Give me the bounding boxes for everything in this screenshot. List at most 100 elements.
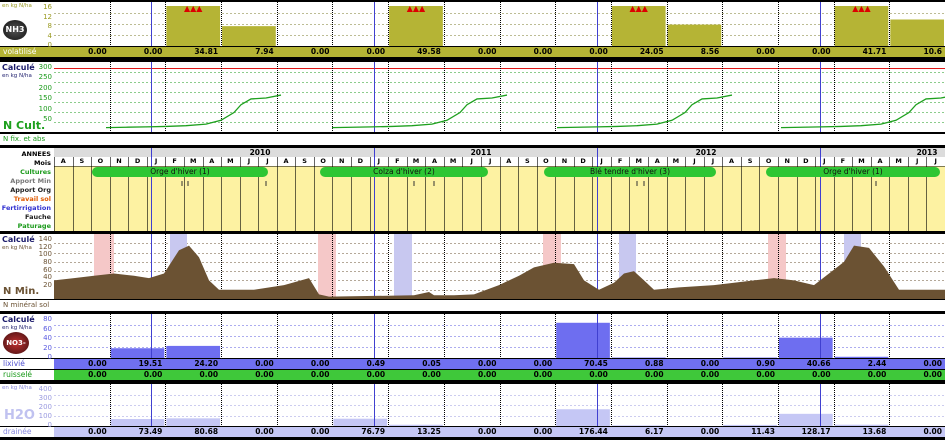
month-label: J bbox=[823, 157, 826, 165]
year-label: 2012 bbox=[695, 148, 717, 157]
value-cell: 0.00 bbox=[533, 370, 553, 379]
month-label: J bbox=[693, 157, 696, 165]
value-cell: 40.66 bbox=[806, 359, 831, 368]
month-label: S bbox=[302, 157, 307, 165]
axis-tick: 200 bbox=[38, 403, 52, 411]
crop-bar[interactable]: Orge d'hiver (1) bbox=[92, 167, 268, 177]
no3-chart bbox=[54, 314, 945, 358]
axis-tick: 200 bbox=[38, 83, 52, 92]
h2o-bar bbox=[110, 419, 165, 426]
period-band bbox=[394, 234, 412, 299]
value-cell: 7.94 bbox=[255, 47, 274, 56]
value-cell: 0.00 bbox=[589, 370, 608, 379]
axis-tick: 150 bbox=[38, 94, 52, 103]
ncult-unit: en kg N/ha bbox=[2, 73, 32, 79]
nmin-unit: en kg N/ha bbox=[2, 245, 32, 251]
value-cell: 0.00 bbox=[700, 427, 720, 436]
month-label: M bbox=[227, 157, 234, 165]
axis-tick: 300 bbox=[38, 63, 52, 71]
axis-tick: 80 bbox=[43, 315, 52, 323]
no3-bar bbox=[778, 337, 833, 358]
value-cell: 0.00 bbox=[700, 370, 720, 379]
value-cell: 0.00 bbox=[310, 47, 330, 56]
value-cell: 0.00 bbox=[700, 359, 720, 368]
value-cell: 0.00 bbox=[88, 370, 107, 379]
value-cell: 0.00 bbox=[756, 370, 775, 379]
month-label: J bbox=[154, 157, 158, 165]
no3-ruissele-label: ruisselé bbox=[0, 370, 54, 380]
value-cell: 0.00 bbox=[533, 359, 553, 368]
h2o-drainee-label: drainée bbox=[0, 427, 54, 437]
value-cell: 0.90 bbox=[756, 359, 775, 368]
month-label: F bbox=[172, 157, 177, 165]
year-label: 2013 bbox=[916, 148, 938, 157]
value-cell: 0.00 bbox=[589, 47, 608, 56]
axis-tick: 20 bbox=[43, 281, 52, 289]
month-label: J bbox=[247, 157, 251, 165]
nh3-bar bbox=[222, 26, 276, 46]
month-label: A bbox=[60, 157, 66, 165]
month-label: A bbox=[283, 157, 289, 165]
month-label: M bbox=[412, 157, 420, 165]
h2o-bar bbox=[723, 424, 777, 426]
nh3-icon: NH3 bbox=[3, 20, 27, 40]
crop-bar[interactable]: Colza d'hiver (2) bbox=[320, 167, 488, 177]
crop-bar[interactable]: Blé tendre d'hiver (3) bbox=[544, 167, 716, 177]
axis-tick: 4 bbox=[47, 31, 52, 40]
value-cell: 0.00 bbox=[143, 47, 163, 56]
year-label: 2011 bbox=[470, 148, 492, 157]
no3-ticks: 80 60 40 20 0 bbox=[38, 314, 52, 361]
value-cell: 0.00 bbox=[88, 47, 107, 56]
month-label: A bbox=[506, 157, 512, 165]
value-cell: 0.88 bbox=[645, 359, 664, 368]
ncult-calc-title: Calculé bbox=[2, 63, 35, 72]
value-cell: 2.44 bbox=[867, 359, 887, 368]
h2o-plot bbox=[54, 384, 945, 426]
value-cell: 13.68 bbox=[862, 427, 887, 436]
month-label: N bbox=[338, 157, 345, 165]
annees-title: ANNEES bbox=[21, 150, 51, 158]
value-cell: 0.00 bbox=[867, 370, 887, 379]
month-label: O bbox=[97, 157, 104, 165]
no3-plot bbox=[54, 314, 945, 358]
axis-tick: 140 bbox=[38, 235, 52, 243]
h2o-panel: en kg N/ha H2O 400 300 200 100 0 drainée 0.0… bbox=[0, 384, 945, 440]
axis-tick: 12 bbox=[43, 12, 52, 21]
axis-tick: 20 bbox=[43, 343, 52, 352]
value-cell: 19.51 bbox=[138, 359, 163, 368]
month-label: M bbox=[635, 157, 642, 165]
no3-bar bbox=[166, 345, 221, 358]
ncult-chart bbox=[54, 62, 945, 132]
month-label: A bbox=[209, 157, 215, 165]
h2o-bar bbox=[834, 424, 889, 426]
value-cell: 128.17 bbox=[801, 427, 831, 436]
axis-tick: 16 bbox=[43, 3, 52, 11]
value-cell: 49.58 bbox=[417, 47, 441, 56]
value-cell: 24.20 bbox=[194, 359, 219, 368]
h2o-bar bbox=[389, 424, 443, 426]
ncult-sub-label: N fix. et abs bbox=[3, 135, 46, 143]
value-cell: 0.00 bbox=[477, 359, 497, 368]
no3-lixivie-row: lixivié 0.00 19.51 24.20 0.00 0.00 0.49 0.05 0.… bbox=[0, 359, 945, 369]
no3-label-area: Calculé en kg N/ha NO3- 80 60 40 20 0 bbox=[0, 314, 54, 361]
value-cell: 0.00 bbox=[310, 427, 330, 436]
month-label: F bbox=[840, 157, 846, 165]
month-label: O bbox=[320, 157, 326, 165]
value-cell: 73.49 bbox=[138, 427, 163, 436]
annees-row-label: Fertirrigation bbox=[1, 204, 51, 212]
value-cell: 0.00 bbox=[366, 370, 386, 379]
no3-calc-title: Calculé bbox=[2, 315, 35, 324]
alert-triangles: ▲▲▲ bbox=[629, 4, 648, 13]
value-cell: 80.68 bbox=[194, 427, 219, 436]
nmin-label-area: Calculé en kg N/ha 140 120 100 80 60 40 20 N M… bbox=[0, 234, 54, 299]
value-cell: 0.00 bbox=[255, 359, 274, 368]
month-label: F bbox=[395, 157, 400, 165]
no3-bar bbox=[556, 322, 610, 358]
value-cell: 70.45 bbox=[584, 359, 608, 368]
value-cell: 0.00 bbox=[199, 370, 219, 379]
no3-ruissele-row: ruisselé 0.00 0.00 0.00 0.00 0.00 0.00 0.00 0.0… bbox=[0, 370, 945, 380]
h2o-label-area: en kg N/ha H2O 400 300 200 100 0 bbox=[0, 384, 54, 429]
month-label: M bbox=[449, 157, 457, 165]
crop-bar[interactable]: Orge d'hiver (1) bbox=[766, 167, 940, 177]
ncult-panel: Calculé en kg N/ha 300 250 200 150 100 50 N C… bbox=[0, 62, 945, 145]
